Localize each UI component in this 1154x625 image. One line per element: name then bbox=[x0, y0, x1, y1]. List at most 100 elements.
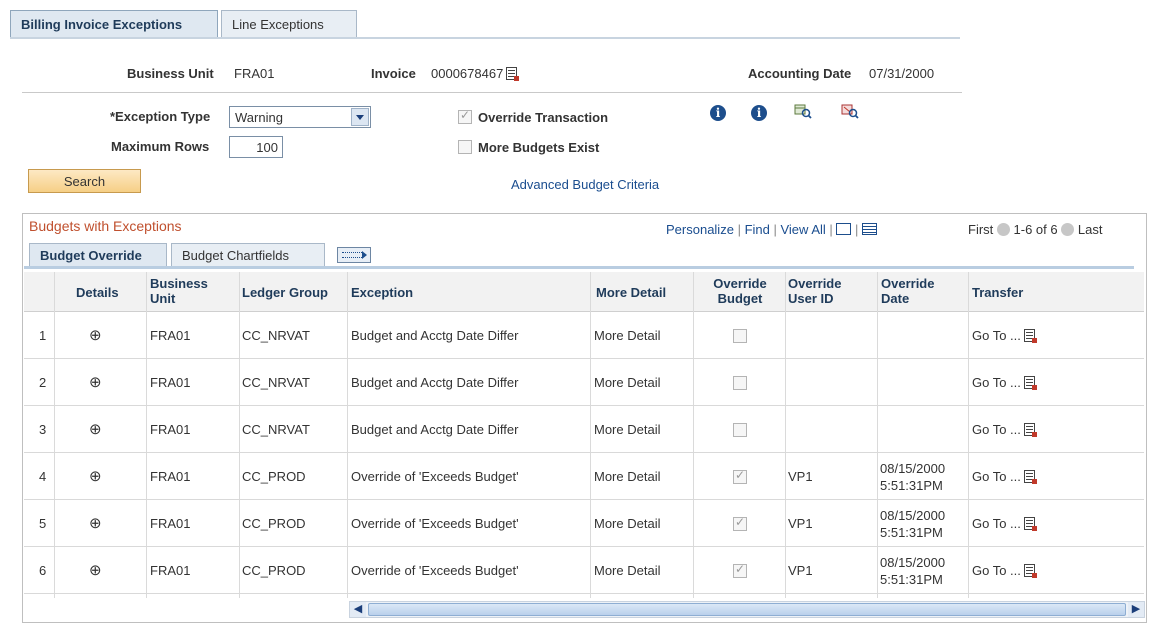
document-icon[interactable] bbox=[1023, 423, 1037, 437]
new-window-icon[interactable] bbox=[836, 223, 852, 235]
tab-line-exceptions[interactable]: Line Exceptions bbox=[221, 10, 357, 38]
details-zoom-icon[interactable]: ⊕ bbox=[89, 467, 102, 485]
cell-override-user: VP1 bbox=[788, 469, 813, 484]
grid-toolbar: Personalize | Find | View All | | bbox=[666, 222, 878, 237]
cell-business-unit: FRA01 bbox=[150, 422, 191, 437]
previous-icon[interactable] bbox=[996, 223, 1010, 236]
document-icon[interactable] bbox=[506, 67, 520, 81]
details-zoom-icon[interactable]: ⊕ bbox=[89, 420, 102, 438]
cell-ledger-group: CC_NRVAT bbox=[242, 422, 310, 437]
document-icon[interactable] bbox=[1023, 564, 1037, 578]
view-all-link[interactable]: View All bbox=[780, 222, 825, 237]
cell-exception: Budget and Acctg Date Differ bbox=[351, 375, 519, 390]
chevron-down-icon[interactable] bbox=[351, 108, 369, 126]
override-budget-checkbox[interactable] bbox=[733, 423, 747, 437]
col-business-unit: Business Unit bbox=[150, 276, 208, 306]
table-row: 2 ⊕ FRA01 CC_NRVAT Budget and Acctg Date… bbox=[24, 360, 1144, 406]
scroll-thumb[interactable] bbox=[368, 603, 1126, 616]
details-zoom-icon[interactable]: ⊕ bbox=[89, 373, 102, 391]
more-detail-link[interactable]: More Detail bbox=[594, 375, 660, 390]
override-budget-checkbox[interactable] bbox=[733, 468, 747, 484]
col-transfer: Transfer bbox=[972, 285, 1024, 300]
col-details: Details bbox=[76, 285, 119, 300]
go-to-link[interactable]: Go To ... bbox=[972, 469, 1037, 484]
cell-ledger-group: CC_PROD bbox=[242, 516, 306, 531]
budget-inquiry-icon[interactable] bbox=[794, 103, 812, 119]
cell-business-unit: FRA01 bbox=[150, 516, 191, 531]
more-budgets-checkbox[interactable] bbox=[458, 140, 472, 154]
max-rows-input[interactable]: 100 bbox=[229, 136, 283, 158]
cell-override-user: VP1 bbox=[788, 516, 813, 531]
exception-type-select[interactable]: Warning bbox=[229, 106, 371, 128]
go-to-link[interactable]: Go To ... bbox=[972, 563, 1037, 578]
download-icon[interactable] bbox=[862, 223, 878, 235]
personalize-link[interactable]: Personalize bbox=[666, 222, 734, 237]
max-rows-label: Maximum Rows bbox=[111, 139, 210, 154]
more-budgets-label: More Budgets Exist bbox=[478, 140, 600, 155]
next-icon[interactable] bbox=[1061, 223, 1075, 236]
cell-business-unit: FRA01 bbox=[150, 375, 191, 390]
table-row: 6 ⊕ FRA01 CC_PROD Override of 'Exceeds B… bbox=[24, 548, 1144, 594]
table-row: 4 ⊕ FRA01 CC_PROD Override of 'Exceeds B… bbox=[24, 454, 1144, 500]
cell-business-unit: FRA01 bbox=[150, 563, 191, 578]
table-row: 1 ⊕ FRA01 CC_NRVAT Budget and Acctg Date… bbox=[24, 313, 1144, 359]
cell-override-date: 08/15/2000 5:51:31PM bbox=[880, 555, 946, 587]
details-zoom-icon[interactable]: ⊕ bbox=[89, 514, 102, 532]
more-detail-link[interactable]: More Detail bbox=[594, 328, 660, 343]
cell-ledger-group: CC_PROD bbox=[242, 469, 306, 484]
document-icon[interactable] bbox=[1023, 376, 1037, 390]
override-budget-checkbox[interactable] bbox=[733, 376, 747, 390]
override-transaction-checkbox[interactable] bbox=[458, 108, 472, 124]
row-number: 3 bbox=[39, 422, 47, 437]
more-detail-link[interactable]: More Detail bbox=[594, 422, 660, 437]
col-exception: Exception bbox=[351, 285, 414, 300]
override-budget-checkbox[interactable] bbox=[733, 515, 747, 531]
info-icon-2[interactable]: i bbox=[751, 105, 767, 121]
row-number: 4 bbox=[39, 469, 47, 484]
document-icon[interactable] bbox=[1023, 517, 1037, 531]
exception-type-value: Warning bbox=[235, 110, 283, 125]
details-zoom-icon[interactable]: ⊕ bbox=[89, 561, 102, 579]
grid-header: Details Business Unit Ledger Group Excep… bbox=[24, 272, 1144, 312]
show-all-columns-icon[interactable] bbox=[337, 247, 371, 263]
max-rows-value: 100 bbox=[256, 140, 278, 155]
document-icon[interactable] bbox=[1023, 470, 1037, 484]
tab-budget-chartfields[interactable]: Budget Chartfields bbox=[171, 243, 325, 267]
more-detail-link[interactable]: More Detail bbox=[594, 469, 660, 484]
go-to-link[interactable]: Go To ... bbox=[972, 422, 1037, 437]
invoice-value: 0000678467 bbox=[431, 66, 520, 81]
more-detail-link[interactable]: More Detail bbox=[594, 516, 660, 531]
cell-ledger-group: CC_PROD bbox=[242, 563, 306, 578]
cell-ledger-group: CC_NRVAT bbox=[242, 375, 310, 390]
go-to-link[interactable]: Go To ... bbox=[972, 516, 1037, 531]
cell-business-unit: FRA01 bbox=[150, 328, 191, 343]
document-icon[interactable] bbox=[1023, 329, 1037, 343]
search-button[interactable]: Search bbox=[28, 169, 141, 193]
scroll-left-icon[interactable]: ◀ bbox=[350, 602, 366, 617]
first-label[interactable]: First bbox=[968, 222, 993, 237]
find-link[interactable]: Find bbox=[745, 222, 770, 237]
horizontal-scrollbar[interactable]: ◀ ▶ bbox=[349, 601, 1145, 618]
col-ledger-group: Ledger Group bbox=[242, 285, 328, 300]
info-icon[interactable]: i bbox=[710, 105, 726, 121]
advanced-budget-criteria-link[interactable]: Advanced Budget Criteria bbox=[511, 177, 659, 192]
col-override-budget: Override Budget bbox=[713, 276, 767, 306]
override-budget-checkbox[interactable] bbox=[733, 329, 747, 343]
budget-exception-inquiry-icon[interactable] bbox=[841, 103, 859, 119]
override-budget-checkbox[interactable] bbox=[733, 562, 747, 578]
invoice-label: Invoice bbox=[371, 66, 416, 81]
tab-budget-override[interactable]: Budget Override bbox=[29, 243, 167, 267]
last-label[interactable]: Last bbox=[1078, 222, 1103, 237]
override-transaction-label: Override Transaction bbox=[478, 110, 609, 125]
cell-exception: Override of 'Exceeds Budget' bbox=[351, 469, 519, 484]
more-detail-link[interactable]: More Detail bbox=[594, 563, 660, 578]
cell-exception: Budget and Acctg Date Differ bbox=[351, 422, 519, 437]
go-to-link[interactable]: Go To ... bbox=[972, 375, 1037, 390]
pagination: First 1-6 of 6 Last bbox=[968, 222, 1102, 237]
details-zoom-icon[interactable]: ⊕ bbox=[89, 326, 102, 344]
go-to-link[interactable]: Go To ... bbox=[972, 328, 1037, 343]
cell-ledger-group: CC_NRVAT bbox=[242, 328, 310, 343]
page-range: 1-6 of 6 bbox=[1013, 222, 1058, 237]
scroll-right-icon[interactable]: ▶ bbox=[1128, 602, 1144, 617]
tab-billing-invoice-exceptions[interactable]: Billing Invoice Exceptions bbox=[10, 10, 218, 38]
